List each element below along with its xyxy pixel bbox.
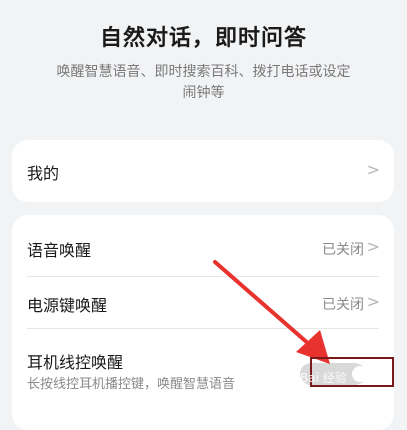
page-title: 自然对话，即时问答 <box>99 26 307 51</box>
chevron-right-icon: > <box>366 292 380 311</box>
voice-wakeup-label: 语音唤醒 <box>27 241 92 260</box>
page-subtitle: 唤醒智慧语音、即时搜索百科、拨打电话或设定闹钟等 <box>56 64 351 101</box>
power-key-wakeup-label: 电源键唤醒 <box>27 296 108 315</box>
wakeup-settings-card: 语音唤醒 已关闭 > 电源键唤醒 已关闭 > 耳机线控唤醒 长按线控耳机播控键，… <box>12 215 394 430</box>
chevron-right-icon: > <box>366 237 380 256</box>
page-header: 自然对话，即时问答 唤醒智慧语音、即时搜索百科、拨打电话或设定闹钟等 <box>0 0 407 130</box>
power-key-wakeup-row[interactable]: 电源键唤醒 已关闭 > <box>12 277 394 329</box>
chevron-right-icon: > <box>366 160 380 179</box>
mine-row[interactable]: 我的 > <box>12 140 394 202</box>
power-key-wakeup-status: 已关闭 <box>322 297 364 313</box>
wired-headset-wakeup-description: 长按线控耳机播控键，唤醒智慧语音 <box>27 377 236 392</box>
voice-wakeup-row[interactable]: 语音唤醒 已关闭 > <box>12 215 394 277</box>
mine-label: 我的 <box>27 164 60 183</box>
mine-card[interactable]: 我的 > <box>12 140 394 202</box>
wired-headset-wakeup-label: 耳机线控唤醒 <box>27 353 124 372</box>
voice-wakeup-status: 已关闭 <box>322 242 364 258</box>
watermark: Bai 经验 <box>300 371 347 385</box>
